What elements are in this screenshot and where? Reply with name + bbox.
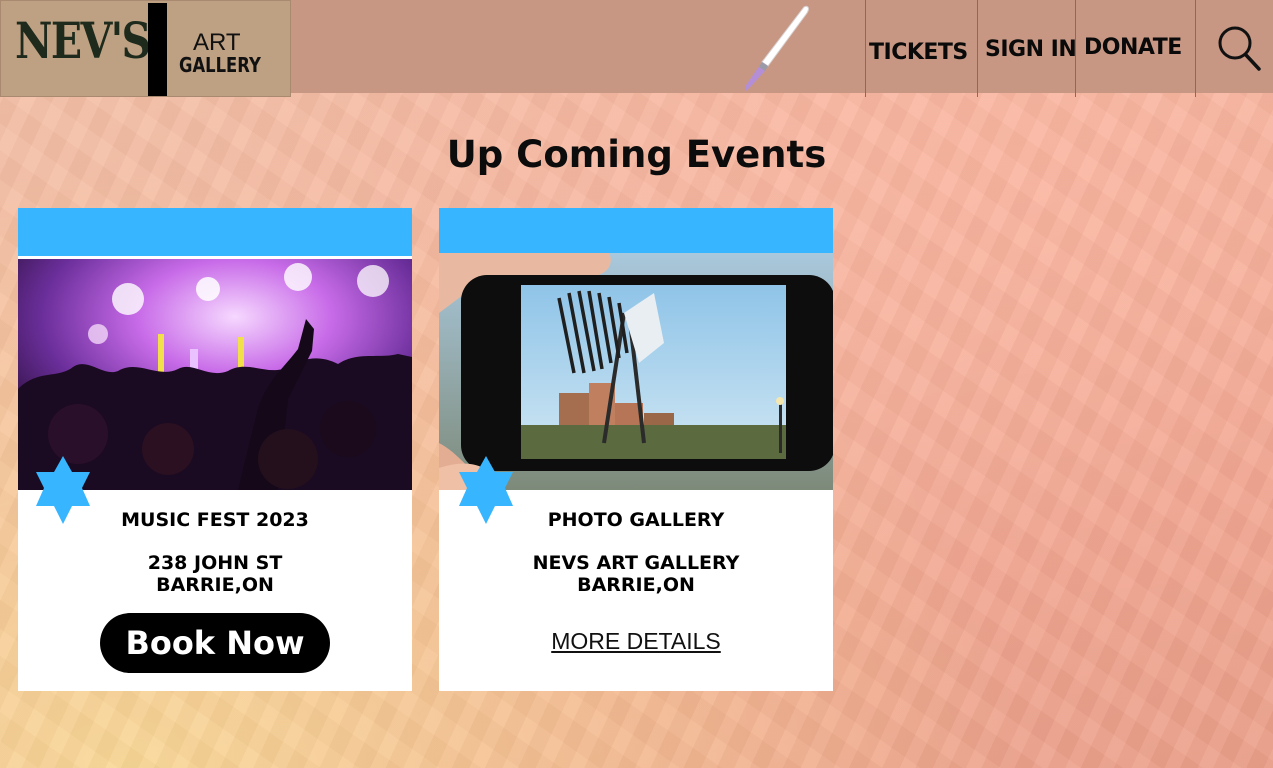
- event-address-line2: BARRIE,ON: [156, 574, 274, 596]
- nav-sign-in[interactable]: SIGN IN: [985, 37, 1077, 62]
- event-address: NEVS ART GALLERY BARRIE,ON: [439, 552, 833, 596]
- event-title: PHOTO GALLERY: [547, 509, 725, 531]
- logo-art-text: ART: [193, 29, 241, 56]
- logo-gallery-text: GALLERY: [179, 53, 261, 77]
- page-title: Up Coming Events: [446, 133, 827, 176]
- event-title: MUSIC FEST 2023: [121, 509, 309, 531]
- event-address: 238 JOHN ST BARRIE,ON: [18, 552, 412, 596]
- nav-divider: [865, 0, 866, 97]
- nav-tickets[interactable]: TICKETS: [869, 40, 968, 65]
- card-header-bar: [18, 208, 412, 256]
- event-address-line1: NEVS ART GALLERY: [532, 552, 740, 574]
- card-header-bar: [439, 208, 833, 256]
- logo-divider: [148, 3, 167, 96]
- event-address-line1: 238 JOHN ST: [147, 552, 283, 574]
- book-now-button[interactable]: Book Now: [100, 613, 330, 673]
- event-card-music-fest: MUSIC FEST 2023 238 JOHN ST BARRIE,ON Bo…: [18, 208, 412, 691]
- site-logo[interactable]: NEV'S ART GALLERY: [0, 0, 291, 97]
- search-icon[interactable]: [1216, 24, 1262, 72]
- event-card-photo-gallery: PHOTO GALLERY NEVS ART GALLERY BARRIE,ON…: [439, 208, 833, 691]
- paintbrush-icon: [744, 5, 809, 91]
- logo-nevs-text: NEV'S: [15, 11, 151, 70]
- phone-photo-image: [439, 253, 833, 490]
- nav-divider: [1195, 0, 1196, 97]
- logo-art-gallery: ART GALLERY: [179, 29, 261, 77]
- nav-donate[interactable]: DONATE: [1084, 35, 1182, 60]
- event-address-line2: BARRIE,ON: [577, 574, 695, 596]
- site-header: NEV'S ART GALLERY TICKETS SIGN IN DONATE: [0, 0, 1273, 97]
- nav-divider: [977, 0, 978, 97]
- more-details-link[interactable]: MORE DETAILS: [439, 628, 833, 655]
